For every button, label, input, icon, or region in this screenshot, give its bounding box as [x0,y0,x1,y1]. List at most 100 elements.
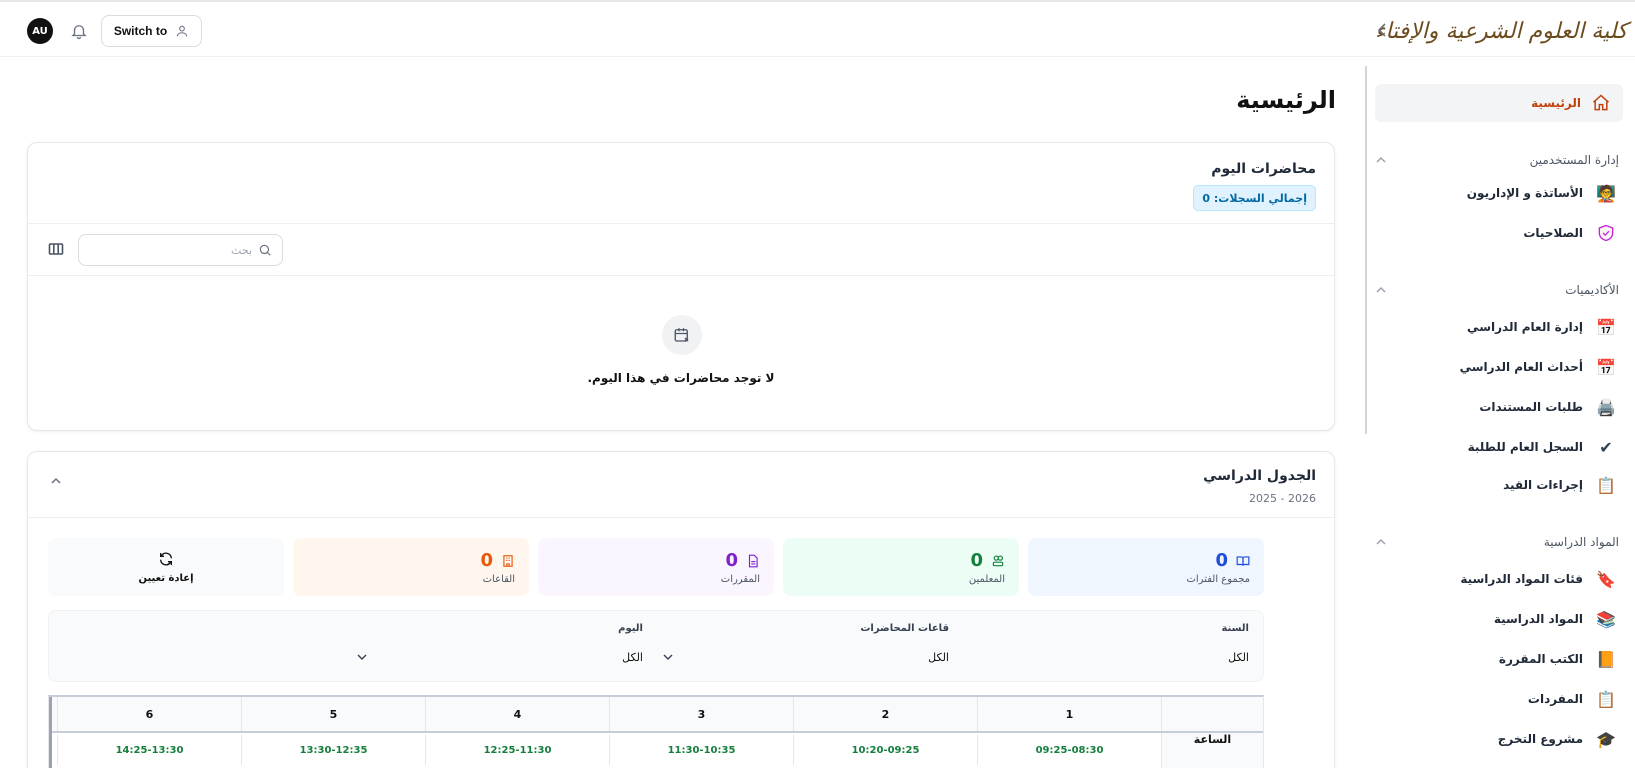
chevron-down-icon [663,654,673,660]
period-header: 3 [609,697,793,731]
calendar-icon: 📅 [1596,357,1616,377]
period-time: 14:25-13:30 [57,735,241,765]
search-input[interactable] [92,243,252,257]
graduation-cap-icon: 🎓 [1596,729,1616,749]
search-icon [259,244,271,256]
filter-day-select[interactable]: الكل [357,645,643,669]
sidebar-item-teachers[interactable]: 🧑‍🏫 الأساتذة و الإداريون [1375,178,1623,208]
switch-to-label: Switch to [113,24,168,38]
empty-state-icon [662,315,702,355]
reset-button[interactable]: إعادة تعيين [48,538,284,596]
period-header: 6 [57,697,241,731]
printer-icon: 🖨️ [1596,397,1616,417]
filter-halls-select[interactable]: الكل [663,645,949,669]
columns-icon[interactable] [48,241,64,257]
chevron-left-icon[interactable] [1375,21,1389,39]
selected-value: الكل [928,650,949,664]
sidebar-item-permissions[interactable]: الصلاحيات [1375,218,1623,248]
book-open-icon [1236,555,1250,566]
divider [28,517,1334,518]
period-header: 1 [977,697,1161,731]
sidebar-home-label: الرئيسية [1531,96,1581,110]
sidebar-item-enrollment[interactable]: 📋 إجراءات القيد [1375,470,1623,500]
group-label: الأكاديميات [1565,283,1619,297]
sidebar-item-student-records[interactable]: ✔ السجل العام للطلبة [1375,432,1623,462]
divider [28,223,1334,224]
period-time: 11:30-10:35 [609,735,793,765]
page-title: الرئيسية [1236,86,1336,114]
calendar-x-icon [674,328,689,342]
chevron-up-icon [1376,538,1386,545]
sidebar: الرئيسية إدارة المستخدمين 🧑‍🏫 الأساتذة و… [1365,58,1635,768]
home-icon [1593,94,1609,111]
sidebar-item-label: إدارة العام الدراسي [1467,320,1583,334]
sidebar-scrollbar[interactable] [1365,66,1367,434]
grid-time-row: 09:25-08:30 10:20-09:25 11:30-10:35 12:2… [49,735,1263,765]
period-header: 5 [241,697,425,731]
user-icon [176,25,188,37]
sidebar-item-textbooks[interactable]: 📙 الكتب المقررة [1375,644,1623,674]
sidebar-item-label: الكتب المقررة [1498,652,1583,666]
sidebar-item-subject-categories[interactable]: 🔖 فئات المواد الدراسية [1375,564,1623,594]
switch-to-button[interactable]: Switch to [101,15,202,47]
chevron-up-icon[interactable] [50,476,62,486]
sidebar-item-year-events[interactable]: 📅 أحداث العام الدراسي [1375,352,1623,382]
chevron-up-icon [1376,286,1386,293]
card-title: الجدول الدراسي [1203,468,1316,484]
grid-spacer [1161,735,1263,765]
stat-label: مجموع الفترات [1186,574,1250,585]
stat-value: 0 [970,550,983,571]
stat-value: 0 [480,550,493,571]
period-time: 12:25-11:30 [425,735,609,765]
search-box[interactable] [78,234,283,266]
sidebar-group-users[interactable]: إدارة المستخدمين [1375,148,1623,172]
academic-year: 2025 - 2026 [1249,492,1316,505]
clipboard-icon: 📋 [1596,689,1616,709]
sidebar-item-graduation-project[interactable]: 🎓 مشروع التخرج [1375,724,1623,754]
top-bar: AU Switch to كلية العلوم الشرعية والإفتا… [0,0,1635,57]
avatar[interactable]: AU [27,18,53,44]
sidebar-item-label: المفردات [1527,692,1583,706]
records-count-badge: إجمالي السجلات: 0 [1193,185,1316,211]
stat-label: المقررات [720,574,760,585]
chevron-up-icon [1376,156,1386,163]
books-icon: 📚 [1596,609,1616,629]
book-icon: 📙 [1596,649,1616,669]
group-label: إدارة المستخدمين [1529,153,1619,167]
sidebar-item-subjects[interactable]: 📚 المواد الدراسية [1375,604,1623,634]
building-icon [503,554,513,567]
sidebar-group-academics[interactable]: الأكاديميات [1375,278,1623,302]
stat-courses: 0 المقررات [538,538,774,596]
shield-icon [1595,222,1617,244]
period-time: 10:20-09:25 [793,735,977,765]
sidebar-item-label: أحداث العام الدراسي [1459,360,1583,374]
logo-text: كلية العلوم الشرعية والإفتاء [1375,18,1628,44]
sidebar-item-academic-year[interactable]: 📅 إدارة العام الدراسي [1375,312,1623,342]
sidebar-item-home[interactable]: الرئيسية [1375,84,1623,122]
calendar-icon: 📅 [1596,317,1616,337]
period-time: 09:25-08:30 [977,735,1161,765]
college-logo: كلية العلوم الشرعية والإفتاء [1375,8,1628,54]
schedule-filters: السنة الكل قاعات المحاضرات الكل اليوم ال… [48,610,1264,682]
sidebar-item-label: المواد الدراسية [1493,612,1583,626]
sidebar-item-syllabus[interactable]: 📋 المفردات [1375,684,1623,714]
card-title: محاضرات اليوم [1211,161,1316,177]
stat-label: القاعات [482,574,515,585]
file-icon [748,554,758,567]
stat-teachers: 0 المعلمين [783,538,1019,596]
group-label: المواد الدراسية [1543,535,1619,549]
grid-scrollbar[interactable] [49,697,52,768]
sidebar-item-document-requests[interactable]: 🖨️ طلبات المستندات [1375,392,1623,422]
bell-icon[interactable] [70,21,88,41]
checkmark-icon: ✔ [1599,437,1613,457]
sidebar-item-label: الأساتذة و الإداريون [1466,186,1583,200]
refresh-icon [160,552,172,565]
sidebar-group-subjects[interactable]: المواد الدراسية [1375,530,1623,554]
sidebar-item-label: مشروع التخرج [1497,732,1583,746]
filter-year-select[interactable]: الكل [969,645,1249,669]
today-lectures-card: محاضرات اليوم إجمالي السجلات: 0 لا توجد … [27,142,1335,431]
stat-total-periods: 0 مجموع الفترات [1028,538,1264,596]
users-icon [992,554,1004,566]
filter-day-label: اليوم [618,623,643,634]
sidebar-item-label: طلبات المستندات [1479,400,1583,414]
